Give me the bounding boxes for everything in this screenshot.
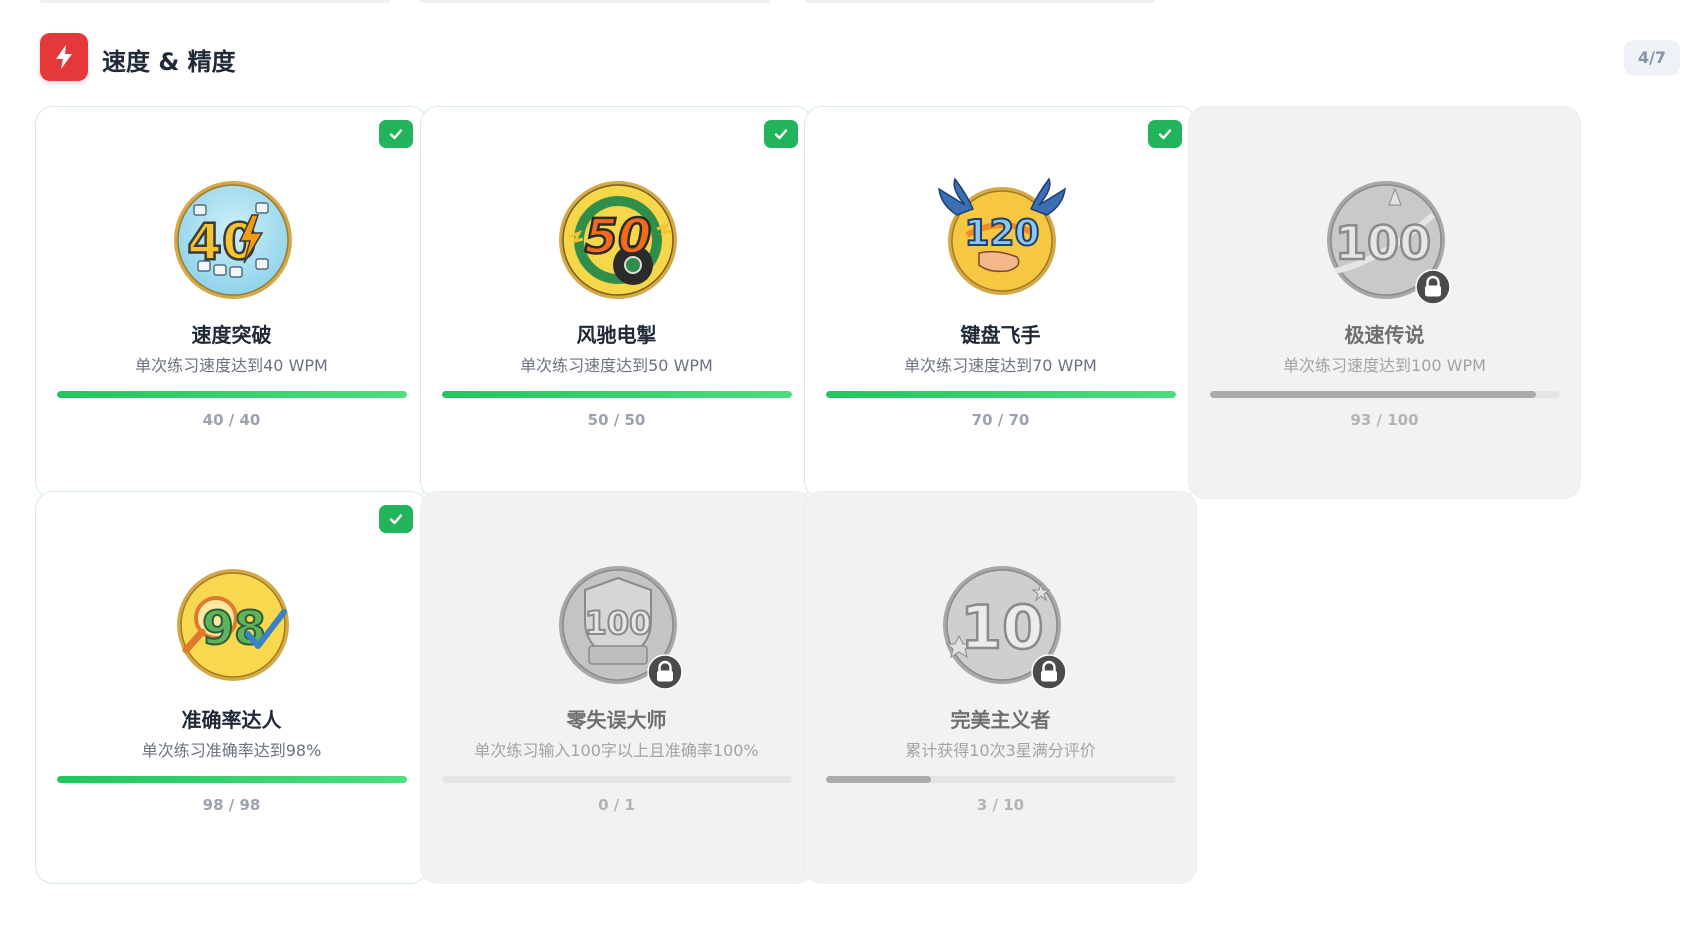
medal-number: 100 [585, 604, 652, 642]
progress-text: 98 / 98 [202, 796, 261, 814]
progress-text: 70 / 70 [971, 411, 1030, 429]
perfect-100-shield-medal: 100 [553, 560, 683, 690]
check-icon [379, 120, 413, 148]
progress-bar [442, 776, 792, 783]
speed-40-medal: 40 [168, 175, 298, 305]
check-icon [764, 120, 798, 148]
achievement-description: 单次练习速度达到40 WPM [135, 356, 328, 375]
progress-bar [57, 776, 407, 783]
medal-number: 10 [960, 593, 1044, 663]
medal-number: 40 [187, 213, 257, 271]
progress-text: 40 / 40 [202, 411, 261, 429]
progress-bar [826, 391, 1176, 398]
check-icon [379, 505, 413, 533]
achievement-description: 累计获得10次3星满分评价 [905, 741, 1096, 760]
lock-icon [1415, 269, 1451, 309]
accuracy-98-medal: 98 [168, 560, 298, 690]
achievement-card[interactable]: 10 完美主义者 累计获得10次3星满分评价 3 / 10 [804, 491, 1197, 884]
section-title: 速度 & 精度 [102, 48, 236, 76]
medal-number: 100 [1335, 216, 1431, 270]
achievement-card[interactable]: 50 风驰电掣 单次练习速度达到50 WPM 50 / 50 [420, 106, 813, 499]
achievement-title: 零失误大师 [566, 708, 667, 732]
section-header: 速度 & 精度 4/7 [40, 33, 1680, 83]
progress-text: 50 / 50 [587, 411, 646, 429]
achievement-description: 单次练习速度达到70 WPM [904, 356, 1097, 375]
progress-bar [826, 776, 1176, 783]
perfect-10-medal: 10 [937, 560, 1067, 690]
achievement-description: 单次练习速度达到100 WPM [1283, 356, 1486, 375]
lightning-icon [40, 33, 88, 81]
achievement-title: 完美主义者 [950, 708, 1051, 732]
achievement-title: 速度突破 [191, 323, 272, 347]
achievement-description: 单次练习准确率达到98% [141, 741, 322, 760]
progress-bar [1210, 391, 1560, 398]
speed-50-medal: 50 [553, 175, 683, 305]
progress-bar [442, 391, 792, 398]
achievement-title: 极速传说 [1344, 323, 1425, 347]
lock-icon [647, 654, 683, 694]
progress-text: 93 / 100 [1350, 411, 1419, 429]
achievement-title: 准确率达人 [181, 708, 282, 732]
check-icon [1148, 120, 1182, 148]
medal-number: 50 [585, 209, 652, 265]
achievement-description: 单次练习输入100字以上且准确率100% [474, 741, 759, 760]
achievement-card[interactable]: 40 速度突破 单次练习速度达到40 WPM 40 / 40 [35, 106, 428, 499]
progress-bar [57, 391, 407, 398]
achievement-card[interactable]: 98 准确率达人 单次练习准确率达到98% 98 / 98 [35, 491, 428, 884]
achievement-description: 单次练习速度达到50 WPM [520, 356, 713, 375]
achievement-card[interactable]: 100 零失误大师 单次练习输入100字以上且准确率100% 0 / 1 [420, 491, 813, 884]
progress-text: 3 / 10 [976, 796, 1025, 814]
speed-100-medal: 100 [1321, 175, 1451, 305]
achievement-card[interactable]: 120 键盘飞手 单次练习速度达到70 WPM 70 / 70 [804, 106, 1197, 499]
achievement-title: 键盘飞手 [960, 323, 1041, 347]
previous-section-edge [0, 0, 1697, 4]
achievement-card[interactable]: 100 极速传说 单次练习速度达到100 WPM 93 / 100 [1188, 106, 1581, 499]
lock-icon [1031, 654, 1067, 694]
achievement-title: 风驰电掣 [576, 323, 657, 347]
unlocked-count-badge: 4/7 [1624, 40, 1680, 76]
medal-number: 120 [964, 213, 1039, 254]
winged-120-medal: 120 [937, 175, 1067, 305]
progress-text: 0 / 1 [598, 796, 635, 814]
